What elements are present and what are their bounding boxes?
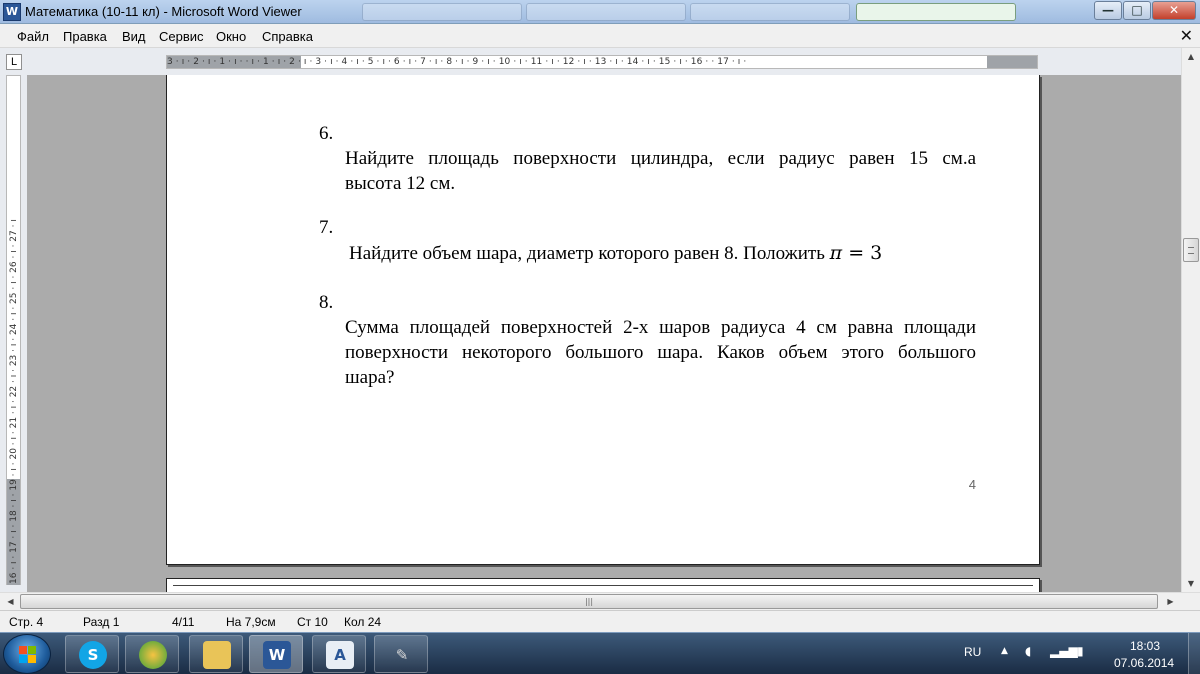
taskbar-browser-button[interactable]	[125, 635, 179, 673]
vertical-ruler-area: 16 · ı · 17 · ı · 18 · ı · 19 · ı · 20 ·…	[0, 75, 27, 592]
scroll-left-arrow-icon[interactable]: ◀	[2, 593, 19, 610]
title-bar: W Математика (10-11 кл) - Microsoft Word…	[0, 0, 1200, 24]
windows-logo-icon	[19, 646, 37, 664]
document-icon: A	[326, 641, 354, 669]
background-window-tab[interactable]	[690, 3, 850, 21]
question-line: поверхности некоторого большого шара. Ка…	[345, 342, 976, 363]
menu-item-file[interactable]: Файл	[17, 29, 49, 44]
taskbar-folder-button[interactable]	[189, 635, 243, 673]
word-viewer-icon: W	[263, 641, 291, 669]
document-area[interactable]: 6. Найдите площадь поверхности цилиндра,…	[27, 75, 1181, 592]
question-line: Сумма площадей поверхностей 2-х шаров ра…	[345, 317, 976, 338]
show-desktop-button[interactable]	[1188, 633, 1200, 674]
clock-time[interactable]: 18:03	[1130, 639, 1160, 653]
menu-item-view[interactable]: Вид	[122, 29, 146, 44]
skype-icon: S	[79, 641, 107, 669]
vertical-scrollbar[interactable]: ▲ ▼	[1181, 48, 1200, 592]
status-column: Кол 24	[344, 615, 382, 629]
math-equation: = 3	[842, 242, 883, 264]
question-number: 8.	[319, 292, 334, 313]
window-title: Математика (10-11 кл) - Microsoft Word V…	[25, 4, 302, 19]
menu-item-window[interactable]: Окно	[216, 29, 246, 44]
ruler-ticks: 3 · ı · 2 · ı · 1 · ı · · ı · 1 · ı · 2 …	[167, 57, 747, 67]
menu-item-help[interactable]: Справка	[262, 29, 313, 44]
question-text: Найдите объем шара, диаметр которого рав…	[349, 241, 989, 266]
question-line: Найдите объем шара, диаметр которого рав…	[349, 243, 830, 264]
show-hidden-icons-icon[interactable]: ▲	[1001, 646, 1008, 656]
status-line: Ст 10	[297, 615, 328, 629]
folder-icon	[203, 641, 231, 669]
horizontal-ruler[interactable]: 3 · ı · 2 · ı · 1 · ı · · ı · 1 · ı · 2 …	[166, 55, 1038, 69]
taskbar-word-viewer-button[interactable]: W	[249, 635, 303, 673]
status-page-count: 4/11	[172, 615, 195, 629]
menu-bar: Файл Правка Вид Сервис Окно Справка ✕	[0, 24, 1200, 48]
page-number: 4	[968, 477, 976, 492]
question-text: Найдите площадь поверхности цилиндра, ес…	[345, 146, 976, 196]
next-page	[166, 578, 1040, 592]
document-close-icon[interactable]: ✕	[1180, 26, 1193, 45]
scroll-down-arrow-icon[interactable]: ▼	[1182, 575, 1200, 592]
tab-selector[interactable]: L	[6, 54, 22, 70]
taskbar-skype-button[interactable]: S	[65, 635, 119, 673]
document-page: 6. Найдите площадь поверхности цилиндра,…	[166, 75, 1040, 565]
maximize-button[interactable]: □	[1123, 1, 1151, 20]
status-page: Стр. 4	[9, 615, 44, 629]
question-line: высота 12 см.	[345, 173, 456, 194]
minimize-button[interactable]: —	[1094, 1, 1122, 20]
pi-symbol: π	[829, 242, 843, 264]
ruler-row: L 3 · ı · 2 · ı · 1 · ı · · ı · 1 · ı · …	[0, 48, 1200, 75]
browser-icon	[139, 641, 167, 669]
question-line: шара?	[345, 367, 395, 388]
language-indicator[interactable]: RU	[964, 645, 981, 659]
status-section: Разд 1	[83, 615, 120, 629]
background-window-tab[interactable]	[362, 3, 522, 21]
background-window-tab[interactable]	[526, 3, 686, 21]
word-viewer-icon[interactable]: W	[3, 3, 21, 21]
menu-item-tools[interactable]: Сервис	[159, 29, 204, 44]
question-number: 7.	[319, 217, 334, 238]
window-controls: — □ ✕	[1093, 1, 1196, 20]
close-button[interactable]: ✕	[1152, 1, 1196, 20]
tools-icon: ✎	[395, 646, 409, 664]
network-icon[interactable]: ▂▄▆	[1050, 644, 1078, 658]
taskbar-tools-button[interactable]: ✎	[374, 635, 428, 673]
question-line: Найдите площадь поверхности цилиндра, ес…	[345, 148, 976, 169]
scroll-up-arrow-icon[interactable]: ▲	[1182, 48, 1200, 65]
start-button[interactable]	[3, 634, 51, 674]
vertical-ruler[interactable]: 16 · ı · 17 · ı · 18 · ı · 19 · ı · 20 ·…	[6, 75, 21, 585]
taskbar: S W A ✎ RU ▲ ◖ ▂▄▆ ▮ 18:03 07.06.2014	[0, 632, 1200, 674]
question-text: Сумма площадей поверхностей 2-х шаров ра…	[345, 315, 976, 390]
menu-item-edit[interactable]: Правка	[63, 29, 107, 44]
question-number: 6.	[319, 123, 334, 144]
vertical-ruler-ticks: 16 · ı · 17 · ı · 18 · ı · 19 · ı · 20 ·…	[9, 219, 19, 584]
taskbar-document-button[interactable]: A	[312, 635, 366, 673]
vertical-scroll-thumb[interactable]	[1183, 238, 1199, 262]
status-position: На 7,9см	[226, 615, 276, 629]
volume-icon[interactable]: ◖	[1025, 644, 1031, 658]
horizontal-scrollbar[interactable]: ◀ ||| ▶	[0, 592, 1200, 610]
background-window-tab[interactable]	[856, 3, 1016, 21]
clock-date[interactable]: 07.06.2014	[1114, 656, 1174, 670]
horizontal-scroll-thumb[interactable]: |||	[20, 594, 1158, 609]
power-icon[interactable]: ▮	[1077, 644, 1084, 658]
scroll-right-arrow-icon[interactable]: ▶	[1162, 593, 1179, 610]
status-bar: Стр. 4 Разд 1 4/11 На 7,9см Ст 10 Кол 24	[0, 610, 1200, 632]
